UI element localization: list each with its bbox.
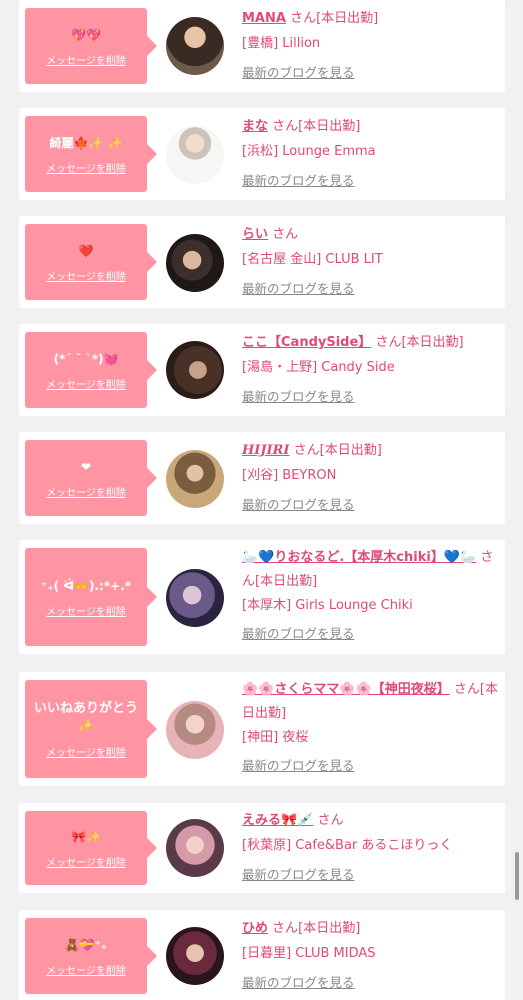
cast-suffix: さん (293, 443, 320, 458)
list-item: ❤ メッセージを削除 HIJIRI さん[本日出勤] [刈谷] BEYRON 最… (19, 432, 505, 524)
latest-blog-link[interactable]: 最新のブログを見る (242, 754, 500, 778)
scrollbar-thumb[interactable] (515, 852, 519, 900)
message-text: 💖💖 (71, 27, 101, 42)
cast-suffix: さん (453, 682, 480, 697)
work-status: [本日出勤] (255, 574, 318, 589)
cast-info: MANA さん[本日出勤] [豊橋] Lillion 最新のブログを見る (242, 6, 500, 85)
avatar[interactable] (166, 17, 224, 75)
shop-label: [刈谷] BEYRON (242, 468, 337, 483)
delete-message-link[interactable]: メッセージを削除 (46, 603, 126, 618)
message-text: 🎀✨ (71, 829, 101, 844)
avatar[interactable] (166, 450, 224, 508)
avatar[interactable] (166, 234, 224, 292)
work-status: [本日出勤] (401, 335, 464, 350)
avatar[interactable] (166, 569, 224, 627)
latest-blog-link[interactable]: 最新のブログを見る (242, 276, 500, 301)
cast-name-link[interactable]: ここ【CandySide】 (242, 335, 371, 350)
latest-blog-link[interactable]: 最新のブログを見る (242, 492, 500, 517)
cast-suffix: さん (317, 813, 344, 828)
avatar[interactable] (166, 701, 224, 759)
message-text: (*ˊ ˘ ˋ*)💓 (53, 351, 119, 366)
message-bubble: 💖💖 メッセージを削除 (25, 8, 147, 84)
message-bubble: 綺麗🍁✨ ✨ メッセージを削除 (25, 116, 147, 192)
list-item: いいねありがとう✨ メッセージを削除 🌸🌸さくらママ🌸🌸【神田夜桜】 さん[本日… (19, 672, 505, 786)
shop-label: [日暮里] CLUB MIDAS (242, 946, 376, 961)
latest-blog-link[interactable]: 最新のブログを見る (242, 862, 500, 887)
cast-suffix: さん (272, 119, 299, 134)
cast-name-link[interactable]: まな (242, 119, 268, 134)
list-item: 💖💖 メッセージを削除 MANA さん[本日出勤] [豊橋] Lillion 最… (19, 0, 505, 92)
cast-name-link[interactable]: HIJIRI (242, 443, 289, 458)
shop-label: [湯島・上野] Candy Side (242, 360, 395, 375)
work-status: [本日出勤] (319, 443, 382, 458)
latest-blog-link[interactable]: 最新のブログを見る (242, 384, 500, 409)
message-bubble: ❤️ メッセージを削除 (25, 224, 147, 300)
shop-label: [名古屋 金山] CLUB LIT (242, 252, 383, 267)
delete-message-link[interactable]: メッセージを削除 (46, 268, 126, 283)
work-status: [本日出勤] (316, 11, 379, 26)
message-text: 🧸💝⁺₊ (64, 937, 108, 952)
shop-label: [神田] 夜桜 (242, 730, 309, 745)
delete-message-link[interactable]: メッセージを削除 (46, 962, 126, 977)
message-bubble: いいねありがとう✨ メッセージを削除 (25, 680, 147, 778)
cast-info: ひめ さん[本日出勤] [日暮里] CLUB MIDAS 最新のブログを見る (242, 916, 500, 995)
cast-name-link[interactable]: えみる🎀💉 (242, 813, 313, 828)
avatar[interactable] (166, 341, 224, 399)
cast-info: 🦢💙りおなるど.【本厚木chiki】💙🦢 さん[本日出勤] [本厚木] Girl… (242, 546, 500, 646)
cast-name-link[interactable]: ひめ (242, 921, 268, 936)
cast-name-link[interactable]: 🌸🌸さくらママ🌸🌸【神田夜桜】 (242, 682, 450, 697)
cast-name-link[interactable]: らい (242, 227, 268, 242)
work-status: [本日出勤] (298, 921, 361, 936)
cast-info: まな さん[本日出勤] [浜松] Lounge Emma 最新のブログを見る (242, 114, 500, 193)
delete-message-link[interactable]: メッセージを削除 (46, 376, 126, 391)
cast-name-link[interactable]: MANA (242, 11, 286, 26)
cast-suffix: さん (272, 227, 299, 242)
cast-info: HIJIRI さん[本日出勤] [刈谷] BEYRON 最新のブログを見る (242, 438, 500, 517)
cast-name-link[interactable]: 🦢💙りおなるど.【本厚木chiki】💙🦢 (242, 550, 476, 565)
cast-info: らい さん [名古屋 金山] CLUB LIT 最新のブログを見る (242, 222, 500, 301)
shop-label: [秋葉原] Cafe&Bar あるこほりっく (242, 838, 453, 853)
list-item: 🧸💝⁺₊ メッセージを削除 ひめ さん[本日出勤] [日暮里] CLUB MID… (19, 910, 505, 1000)
shop-label: [本厚木] Girls Lounge Chiki (242, 598, 413, 613)
shop-label: [浜松] Lounge Emma (242, 144, 376, 159)
list-item: (*ˊ ˘ ˋ*)💓 メッセージを削除 ここ【CandySide】 さん[本日出… (19, 324, 505, 416)
message-text: いいねありがとう✨ (33, 700, 138, 734)
list-item: ❤️ メッセージを削除 らい さん [名古屋 金山] CLUB LIT 最新のブ… (19, 216, 505, 308)
list-item: 🎀✨ メッセージを削除 えみる🎀💉 さん [秋葉原] Cafe&Bar あるこほ… (19, 803, 505, 893)
latest-blog-link[interactable]: 最新のブログを見る (242, 60, 500, 85)
avatar[interactable] (166, 126, 224, 184)
message-bubble: ⁺₊( ᐛ👐).:*+.* メッセージを削除 (25, 548, 147, 646)
latest-blog-link[interactable]: 最新のブログを見る (242, 168, 500, 193)
message-bubble: 🎀✨ メッセージを削除 (25, 811, 147, 885)
message-text: ❤ (80, 459, 92, 474)
avatar[interactable] (166, 819, 224, 877)
message-bubble: ❤ メッセージを削除 (25, 440, 147, 516)
latest-blog-link[interactable]: 最新のブログを見る (242, 622, 500, 646)
message-bubble: (*ˊ ˘ ˋ*)💓 メッセージを削除 (25, 332, 147, 408)
delete-message-link[interactable]: メッセージを削除 (46, 744, 126, 759)
cast-info: ここ【CandySide】 さん[本日出勤] [湯島・上野] Candy Sid… (242, 330, 500, 409)
message-text: ❤️ (78, 243, 94, 258)
delete-message-link[interactable]: メッセージを削除 (46, 52, 126, 67)
list-item: 綺麗🍁✨ ✨ メッセージを削除 まな さん[本日出勤] [浜松] Lounge … (19, 108, 505, 200)
message-text: ⁺₊( ᐛ👐).:*+.* (40, 578, 132, 593)
latest-blog-link[interactable]: 最新のブログを見る (242, 970, 500, 995)
list-item: ⁺₊( ᐛ👐).:*+.* メッセージを削除 🦢💙りおなるど.【本厚木chiki… (19, 540, 505, 654)
cast-info: えみる🎀💉 さん [秋葉原] Cafe&Bar あるこほりっく 最新のブログを見… (242, 808, 500, 887)
cast-suffix: さん (375, 335, 402, 350)
delete-message-link[interactable]: メッセージを削除 (46, 484, 126, 499)
delete-message-link[interactable]: メッセージを削除 (46, 160, 126, 175)
avatar[interactable] (166, 927, 224, 985)
cast-suffix: さん (272, 921, 299, 936)
cast-suffix: さん (290, 11, 317, 26)
shop-label: [豊橋] Lillion (242, 36, 321, 51)
message-text: 綺麗🍁✨ ✨ (49, 135, 123, 150)
delete-message-link[interactable]: メッセージを削除 (46, 854, 126, 869)
work-status: [本日出勤] (298, 119, 361, 134)
cast-info: 🌸🌸さくらママ🌸🌸【神田夜桜】 さん[本日出勤] [神田] 夜桜 最新のブログを… (242, 678, 500, 778)
message-bubble: 🧸💝⁺₊ メッセージを削除 (25, 918, 147, 994)
